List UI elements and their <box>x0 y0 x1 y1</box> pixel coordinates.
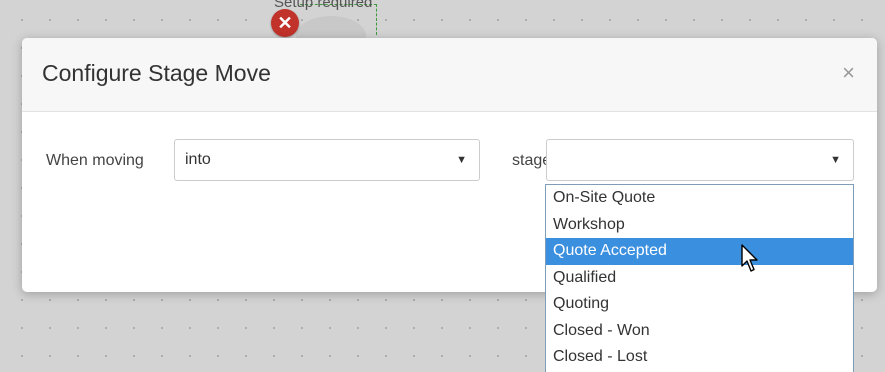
mouse-pointer-icon <box>741 244 758 272</box>
close-icon: × <box>842 60 855 85</box>
stage-option-quoting[interactable]: Quoting <box>546 291 853 318</box>
chevron-down-icon: ▼ <box>456 154 467 166</box>
chevron-down-icon: ▼ <box>830 154 841 166</box>
stage-move-rule-row: When moving into ▼ stage ▼ <box>46 139 866 183</box>
stage-dropdown-list: On-Site Quote Workshop Quote Accepted Qu… <box>545 184 854 372</box>
modal-header: Configure Stage Move × <box>22 38 877 112</box>
direction-select-value: into <box>185 151 211 168</box>
stage-option-on-site-quote[interactable]: On-Site Quote <box>546 185 853 212</box>
modal-close-button[interactable]: × <box>842 60 855 86</box>
direction-select[interactable]: into ▼ <box>174 139 480 181</box>
stage-option-quote-accepted[interactable]: Quote Accepted <box>546 238 853 265</box>
close-icon: ✕ <box>277 12 293 33</box>
stage-option-workshop[interactable]: Workshop <box>546 212 853 239</box>
when-moving-label: When moving <box>46 152 144 169</box>
stage-option-closed-won[interactable]: Closed - Won <box>546 318 853 345</box>
stage-option-qualified[interactable]: Qualified <box>546 265 853 292</box>
modal-title: Configure Stage Move <box>42 60 271 86</box>
stage-option-closed-lost[interactable]: Closed - Lost <box>546 344 853 371</box>
delete-node-button[interactable]: ✕ <box>271 9 299 37</box>
stage-select[interactable]: ▼ <box>546 139 854 181</box>
